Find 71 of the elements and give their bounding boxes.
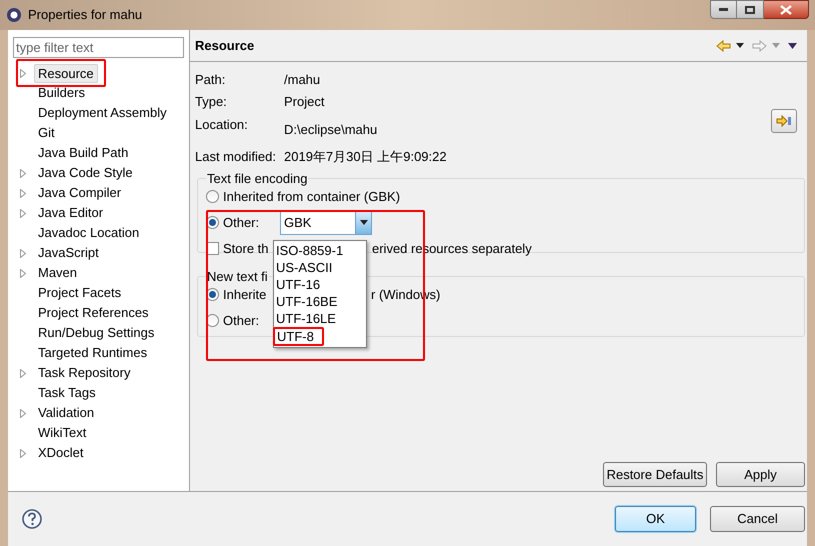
expand-arrow-icon[interactable] xyxy=(20,68,26,78)
tree-item[interactable]: WikiText xyxy=(34,423,90,443)
property-value: 2019年7月30日 上午9:09:22 xyxy=(284,148,448,166)
tree-item[interactable]: Project Facets xyxy=(34,283,126,303)
close-icon xyxy=(780,4,792,14)
expand-arrow-icon[interactable] xyxy=(20,188,26,198)
minimize-button[interactable] xyxy=(710,0,737,19)
property-label: Type: xyxy=(195,93,228,112)
tree-item[interactable]: Resource xyxy=(34,64,98,82)
expand-arrow-icon[interactable] xyxy=(20,168,26,178)
group-title: Text file encoding xyxy=(207,171,308,186)
group-title: New text fi xyxy=(207,269,268,284)
property-value: Project xyxy=(284,93,326,112)
ok-button[interactable]: OK xyxy=(615,506,696,532)
help-icon[interactable] xyxy=(22,509,42,529)
tree-item[interactable]: Deployment Assembly xyxy=(34,103,171,123)
expand-arrow-icon[interactable] xyxy=(20,208,26,218)
expand-arrow-icon[interactable] xyxy=(20,408,26,418)
expand-arrow-icon[interactable] xyxy=(20,248,26,258)
tree-item[interactable]: Javadoc Location xyxy=(34,223,144,243)
list-item[interactable]: UTF-16 xyxy=(274,276,366,293)
page-title: Resource xyxy=(195,36,256,55)
tree-item[interactable]: JavaScript xyxy=(34,243,103,263)
restore-defaults-button[interactable]: Restore Defaults xyxy=(603,462,707,487)
tree-item[interactable]: Builders xyxy=(34,83,89,103)
tree-item[interactable]: Task Tags xyxy=(34,383,100,403)
tree-item[interactable]: Java Compiler xyxy=(34,183,126,203)
tree-item[interactable]: XDoclet xyxy=(34,443,88,463)
tree-item[interactable]: Java Editor xyxy=(34,203,108,223)
list-item[interactable]: ISO-8859-1 xyxy=(274,242,366,259)
tree-item[interactable]: Run/Debug Settings xyxy=(34,323,158,343)
tree-item[interactable]: Java Code Style xyxy=(34,163,137,183)
apply-button[interactable]: Apply xyxy=(716,462,805,487)
back-arrow-icon[interactable] xyxy=(716,40,731,52)
radio-label: Inherite xyxy=(223,286,268,304)
list-item[interactable]: UTF-16BE xyxy=(274,293,366,310)
radio-button[interactable] xyxy=(206,190,219,204)
window-title: Properties for mahu xyxy=(28,6,144,24)
tree-item[interactable]: Validation xyxy=(34,403,98,423)
forward-arrow-icon[interactable] xyxy=(752,40,767,52)
view-menu-icon[interactable] xyxy=(788,42,797,48)
dropdown-caret-icon[interactable] xyxy=(736,43,744,48)
radio-label: Other: xyxy=(223,214,260,232)
radio-label: Inherited from container (GBK) xyxy=(223,188,400,206)
tree-item[interactable]: Task Repository xyxy=(34,363,134,383)
expand-arrow-icon[interactable] xyxy=(20,368,26,378)
list-item[interactable]: UTF-16LE xyxy=(274,310,366,327)
arrow-icon xyxy=(776,115,792,127)
filter-field[interactable]: type filter text xyxy=(13,37,184,58)
tree-item[interactable]: Java Build Path xyxy=(34,143,132,163)
encoding-combo-box[interactable]: GBK xyxy=(280,210,372,235)
property-label: Location: xyxy=(195,116,249,134)
tree-item[interactable]: Maven xyxy=(34,263,82,283)
open-location-button[interactable] xyxy=(771,109,797,133)
property-value: /mahu xyxy=(284,71,322,90)
tree-item[interactable]: Project References xyxy=(34,303,153,323)
tree-item[interactable]: Git xyxy=(34,123,59,143)
property-label: Last modified: xyxy=(195,148,277,166)
list-item[interactable]: US-ASCII xyxy=(274,259,366,276)
cancel-button[interactable]: Cancel xyxy=(710,506,805,532)
close-button[interactable] xyxy=(764,0,809,19)
gear-icon xyxy=(6,7,22,23)
list-item[interactable]: UTF-8 xyxy=(273,327,324,346)
property-label: Path: xyxy=(195,71,226,90)
checkbox-label: Store th xyxy=(223,240,270,258)
maximize-button[interactable] xyxy=(737,0,764,19)
property-value: D:\eclipse\mahu xyxy=(284,121,378,139)
expand-arrow-icon[interactable] xyxy=(20,268,26,278)
expand-arrow-icon[interactable] xyxy=(20,448,26,458)
tree-item[interactable]: Targeted Runtimes xyxy=(34,343,152,363)
radio-label: Other: xyxy=(223,312,260,330)
